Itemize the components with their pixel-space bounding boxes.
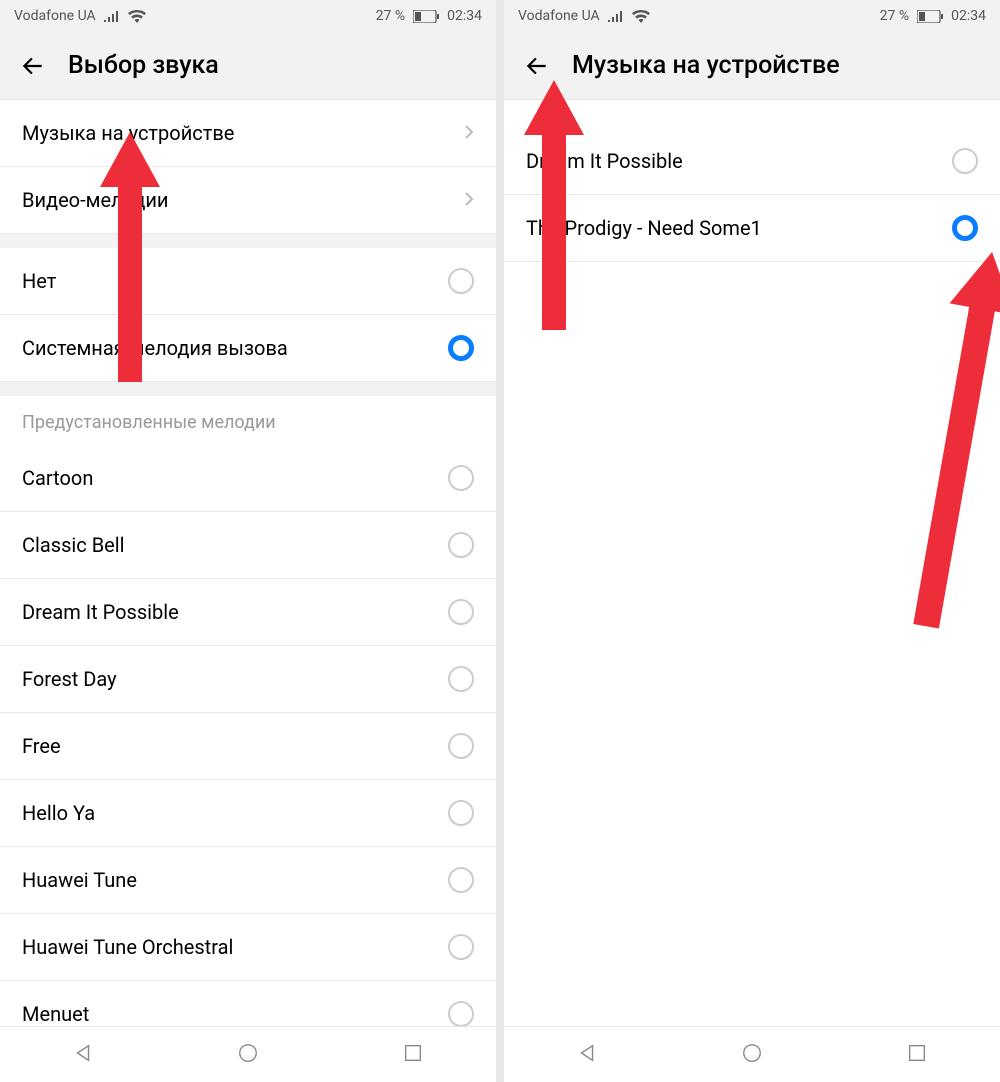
- carrier-label: Vodafone UA: [14, 8, 96, 24]
- preset-row[interactable]: Free: [0, 713, 496, 780]
- preset-row[interactable]: Huawei Tune: [0, 847, 496, 914]
- right-phone-screen: Vodafone UA 27 % 02:34 Музыка на устройс…: [504, 0, 1000, 1082]
- clock: 02:34: [951, 8, 986, 24]
- section-divider: [0, 382, 496, 396]
- status-bar: Vodafone UA 27 % 02:34: [0, 0, 496, 32]
- signal-icon: [104, 10, 120, 22]
- preset-row[interactable]: Menuet: [0, 981, 496, 1026]
- radio-icon: [448, 1001, 474, 1026]
- section-divider: [0, 234, 496, 248]
- header: Музыка на устройстве: [504, 32, 1000, 100]
- preset-row[interactable]: Huawei Tune Orchestral: [0, 914, 496, 981]
- wifi-icon: [632, 10, 650, 23]
- row-label: Huawei Tune: [22, 868, 448, 892]
- radio-icon: [448, 666, 474, 692]
- nav-home-icon[interactable]: [237, 1042, 259, 1068]
- row-label: The Prodigy - Need Some1: [526, 216, 952, 240]
- system-nav-bar: [504, 1026, 1000, 1082]
- content-list[interactable]: Музыка на устройстве Видео-мелодии Нет С…: [0, 100, 496, 1026]
- preset-section-header: Предустановленные мелодии: [0, 396, 496, 445]
- back-button[interactable]: [18, 51, 48, 81]
- wifi-icon: [128, 10, 146, 23]
- header: Выбор звука: [0, 32, 496, 100]
- radio-icon: [448, 867, 474, 893]
- row-label: Menuet: [22, 1002, 448, 1026]
- radio-icon: [952, 148, 978, 174]
- radio-icon: [448, 532, 474, 558]
- clock: 02:34: [447, 8, 482, 24]
- row-label: Музыка на устройстве: [22, 121, 464, 145]
- preset-row[interactable]: Cartoon: [0, 445, 496, 512]
- row-label: Hello Ya: [22, 801, 448, 825]
- radio-icon: [448, 800, 474, 826]
- option-row-system[interactable]: Системная мелодия вызова: [0, 315, 496, 382]
- music-row[interactable]: Dream It Possible: [504, 128, 1000, 195]
- radio-icon: [448, 335, 474, 361]
- preset-row[interactable]: Hello Ya: [0, 780, 496, 847]
- page-title: Выбор звука: [68, 51, 219, 80]
- nav-recent-icon[interactable]: [402, 1042, 424, 1068]
- radio-icon: [448, 934, 474, 960]
- radio-icon: [448, 465, 474, 491]
- status-bar: Vodafone UA 27 % 02:34: [504, 0, 1000, 32]
- row-label: Видео-мелодии: [22, 188, 464, 212]
- row-label: Free: [22, 734, 448, 758]
- nav-home-icon[interactable]: [741, 1042, 763, 1068]
- battery-icon: [413, 10, 439, 23]
- back-button[interactable]: [522, 51, 552, 81]
- option-row-none[interactable]: Нет: [0, 248, 496, 315]
- row-label: Нет: [22, 269, 448, 293]
- content-list[interactable]: Dream It Possible The Prodigy - Need Som…: [504, 100, 1000, 1026]
- row-label: Dream It Possible: [22, 600, 448, 624]
- music-row[interactable]: The Prodigy - Need Some1: [504, 195, 1000, 262]
- radio-icon: [448, 599, 474, 625]
- row-label: Classic Bell: [22, 533, 448, 557]
- preset-row[interactable]: Forest Day: [0, 646, 496, 713]
- battery-pct: 27 %: [376, 8, 405, 24]
- nav-back-icon[interactable]: [576, 1042, 598, 1068]
- nav-row-music[interactable]: Музыка на устройстве: [0, 100, 496, 167]
- radio-icon: [952, 215, 978, 241]
- row-label: Системная мелодия вызова: [22, 336, 448, 360]
- signal-icon: [608, 10, 624, 22]
- page-title: Музыка на устройстве: [572, 51, 840, 80]
- radio-icon: [448, 268, 474, 294]
- row-label: Dream It Possible: [526, 149, 952, 173]
- battery-pct: 27 %: [880, 8, 909, 24]
- preset-row[interactable]: Classic Bell: [0, 512, 496, 579]
- chevron-right-icon: [464, 188, 474, 212]
- nav-back-icon[interactable]: [72, 1042, 94, 1068]
- battery-icon: [917, 10, 943, 23]
- system-nav-bar: [0, 1026, 496, 1082]
- nav-recent-icon[interactable]: [906, 1042, 928, 1068]
- preset-row[interactable]: Dream It Possible: [0, 579, 496, 646]
- row-label: Huawei Tune Orchestral: [22, 935, 448, 959]
- nav-row-video[interactable]: Видео-мелодии: [0, 167, 496, 234]
- row-label: Forest Day: [22, 667, 448, 691]
- chevron-right-icon: [464, 121, 474, 145]
- carrier-label: Vodafone UA: [518, 8, 600, 24]
- left-phone-screen: Vodafone UA 27 % 02:34 Выбор звука Музык…: [0, 0, 496, 1082]
- radio-icon: [448, 733, 474, 759]
- row-label: Cartoon: [22, 466, 448, 490]
